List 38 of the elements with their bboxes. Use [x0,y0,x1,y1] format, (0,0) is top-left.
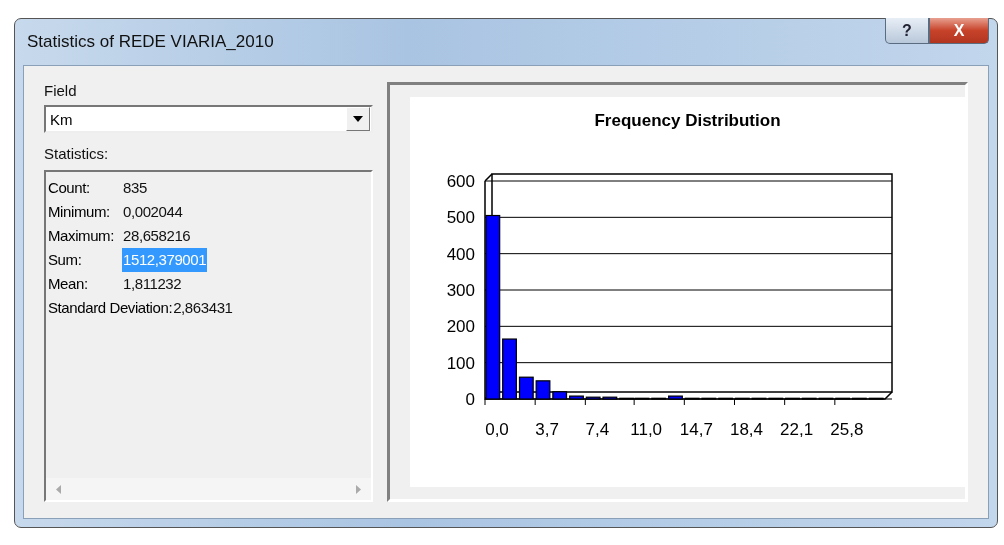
field-label: Field [44,82,78,99]
x-axis-label: 18,4 [729,420,764,439]
y-axis-label: 0 [465,390,475,409]
x-axis-label: 0,0 [485,420,509,439]
stat-value: 1512,379001 [122,248,208,272]
close-button[interactable]: X [929,18,989,44]
y-axis-label: 200 [446,317,475,337]
x-axis-label: 7,4 [585,420,610,439]
stat-value: 28,658216 [122,226,192,246]
dropdown-arrow-icon [353,116,363,122]
y-axis-label: 100 [446,353,475,373]
scroll-left-icon[interactable] [56,484,61,494]
stat-label: Mean: [48,274,89,294]
stat-label: Count: [48,178,91,198]
field-dropdown[interactable]: Km [44,105,373,133]
y-axis-label: 500 [446,208,475,228]
stat-label: Sum: [48,250,83,270]
y-axis-label: 300 [446,281,475,300]
stat-label: Minimum: [48,202,111,222]
x-axis-label: 11,0 [630,420,663,439]
stat-value: 2,863431 [172,298,234,318]
scroll-right-icon[interactable] [356,484,361,494]
stat-label: Maximum: [48,226,115,246]
x-axis-label: 22,1 [780,420,814,439]
statistics-label: Statistics: [44,145,110,162]
y-axis-label: 400 [446,244,475,264]
x-axis-label: 14,7 [679,420,713,439]
stat-label: Standard Deviation: [48,298,173,318]
stat-value: 0,002044 [122,202,184,222]
x-axis-label: 3,7 [535,420,559,439]
stat-value: 835 [122,178,148,198]
chart-title: Frequency Distribution [594,111,781,131]
window-title: Statistics of REDE VIARIA_2010 [26,32,274,52]
horizontal-scrollbar[interactable] [46,478,371,500]
y-axis-label: 600 [446,172,475,191]
help-button[interactable]: ? [885,18,929,44]
x-axis-label: 25,8 [830,420,864,439]
stat-value: 1,811232 [122,274,183,294]
